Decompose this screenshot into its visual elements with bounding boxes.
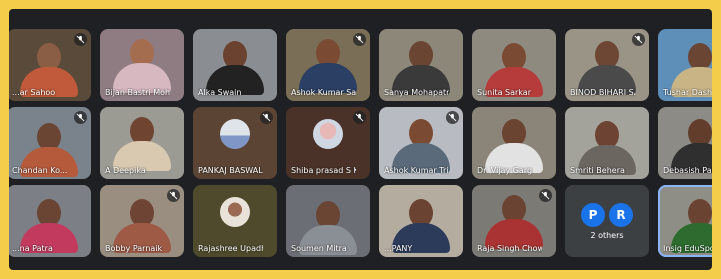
participant-grid: ...ar Sahoo Bijan Bastri Moha... Alka Sw… [9,29,712,257]
video-feed [392,41,450,95]
participant-tile[interactable]: ...PANY [379,185,463,257]
mic-muted-icon [539,189,552,202]
participant-name: ...ar Sahoo [12,88,56,97]
participant-tile[interactable]: Sanya Mohapatra [379,29,463,101]
avatar: P [581,203,605,227]
participant-tile[interactable]: A Deepika [100,107,184,179]
video-feed [485,195,543,249]
participant-name: PANKAJ BASWAL [198,166,263,175]
others-tile[interactable]: P R 2 others [565,185,649,257]
video-feed [392,119,450,173]
profile-avatar [220,119,250,149]
participant-tile[interactable]: Dr. Vijay Garg [472,107,556,179]
participant-tile[interactable]: Smriti Behera [565,107,649,179]
mic-muted-icon [260,111,273,124]
participant-name: Insig EduSports L... [663,244,712,253]
video-feed [113,39,171,93]
participant-name: BINOD BIHARI SAW [570,88,635,97]
participant-name: Smriti Behera [570,166,625,175]
mic-muted-icon [353,33,366,46]
participant-tile[interactable]: Shiba prasad S K [286,107,370,179]
participant-name: Raja Singh Chowd... [477,244,542,253]
participant-name: Debasish Parida [663,166,712,175]
mic-muted-icon [632,33,645,46]
participant-tile[interactable]: Raja Singh Chowd... [472,185,556,257]
others-avatars: P R [581,203,633,227]
participant-name: Soumen Mitra [291,244,347,253]
participant-tile[interactable]: Alka Swain [193,29,277,101]
participant-tile[interactable]: Insig EduSports L... [658,185,712,257]
participant-name: Alka Swain [198,88,242,97]
video-feed [485,119,543,173]
mic-muted-icon [353,111,366,124]
profile-avatar [220,197,250,227]
participant-tile[interactable]: PANKAJ BASWAL [193,107,277,179]
participant-name: Sanya Mohapatra [384,88,449,97]
participant-tile[interactable]: ...ar Sahoo [9,29,91,101]
participant-tile[interactable]: Soumen Mitra [286,185,370,257]
participant-tile[interactable]: Bobby Parnaik [100,185,184,257]
participant-name: Sunita Sarkar [477,88,531,97]
participant-name: Chandan Ko... [12,166,68,175]
avatar: R [609,203,633,227]
participant-tile[interactable]: BINOD BIHARI SAW [565,29,649,101]
mic-muted-icon [446,111,459,124]
participant-name: Bijan Bastri Moha... [105,88,170,97]
participant-tile[interactable]: Tushar Dash [658,29,712,101]
video-feed [113,117,171,171]
mic-muted-icon [167,189,180,202]
participant-tile[interactable]: Rajashree Upadha... [193,185,277,257]
participant-name: ...PANY [384,244,413,253]
profile-avatar [313,119,343,149]
participant-name: Ashok Kumar Sahu [291,88,356,97]
participant-tile[interactable]: ...na Patra [9,185,91,257]
mic-muted-icon [74,33,87,46]
video-feed [671,119,712,173]
participant-name: Ashok Kumar Tri... [384,166,449,175]
participant-tile[interactable]: Sunita Sarkar [472,29,556,101]
participant-name: Rajashree Upadha... [198,244,263,253]
participant-tile[interactable]: Ashok Kumar Tri... [379,107,463,179]
video-feed [578,41,636,95]
video-feed [206,41,264,95]
participant-name: Bobby Parnaik [105,244,163,253]
participant-name: Dr. Vijay Garg [477,166,533,175]
participant-tile[interactable]: Debasish Parida [658,107,712,179]
participant-name: Shiba prasad S K [291,166,356,175]
participant-tile[interactable]: Chandan Ko... [9,107,91,179]
participant-name: Tushar Dash [663,88,712,97]
video-feed [299,39,357,93]
others-count: 2 others [590,231,624,240]
participant-tile[interactable]: Ashok Kumar Sahu [286,29,370,101]
participant-name: ...na Patra [12,244,53,253]
participant-name: A Deepika [105,166,146,175]
participant-tile[interactable]: Bijan Bastri Moha... [100,29,184,101]
mic-muted-icon [74,111,87,124]
meeting-window: ...ar Sahoo Bijan Bastri Moha... Alka Sw… [9,9,712,270]
